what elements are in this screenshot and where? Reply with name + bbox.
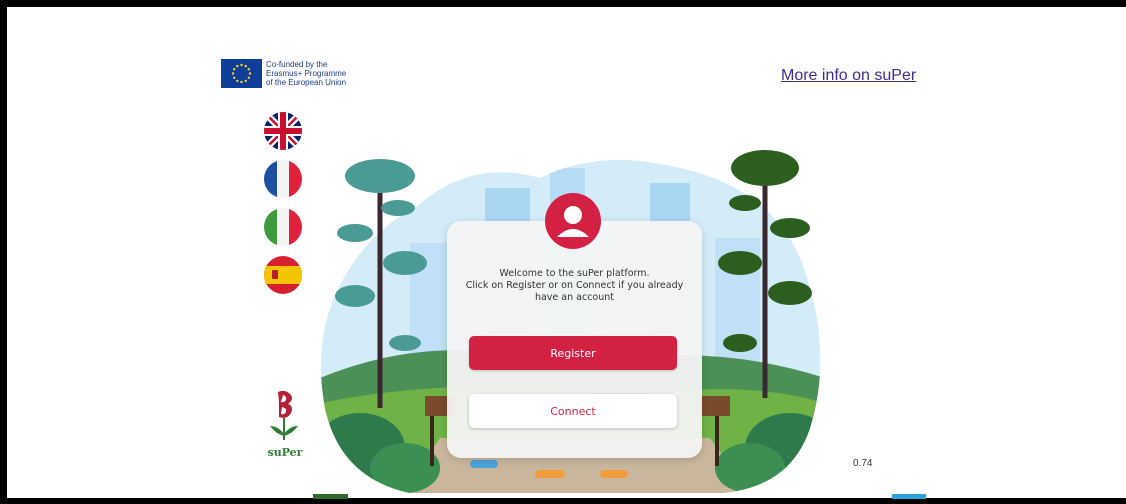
welcome-message: Welcome to the suPer platform. Click on … (449, 268, 700, 304)
italian-flag-icon[interactable] (264, 208, 302, 246)
screen-border-left (0, 0, 7, 504)
eu-text-line: of the European Union (266, 78, 347, 87)
eu-text-line: Co-funded by the (266, 60, 328, 69)
super-logo-text: suPer (267, 446, 303, 459)
screen-border-bottom (0, 498, 1126, 504)
french-flag-icon[interactable] (264, 160, 302, 198)
super-flower-icon (270, 390, 298, 440)
register-button[interactable]: Register (469, 336, 677, 370)
english-flag-icon[interactable] (264, 112, 302, 150)
super-logo: suPer (262, 390, 308, 459)
zoom-level-readout: 0.74 (853, 458, 873, 469)
eu-flag-icon (221, 59, 262, 88)
bottom-green-fragment (313, 494, 348, 499)
screen-border-top (0, 0, 1126, 7)
user-avatar-icon (545, 193, 601, 249)
language-selector (264, 112, 302, 304)
more-info-link[interactable]: More info on suPer (781, 67, 916, 85)
welcome-line: have an account (534, 292, 615, 303)
welcome-line: Click on Register or on Connect if you a… (465, 280, 684, 291)
bottom-blue-fragment (892, 494, 926, 499)
welcome-line: Welcome to the suPer platform. (499, 268, 650, 279)
eu-cofunded-logo: Co-funded by the Erasmus+ Programme of t… (221, 59, 346, 88)
spanish-flag-icon[interactable] (264, 256, 302, 294)
eu-text-line: Erasmus+ Programme (266, 69, 347, 78)
connect-button[interactable]: Connect (469, 394, 677, 428)
eu-cofunded-text: Co-funded by the Erasmus+ Programme of t… (266, 60, 346, 87)
